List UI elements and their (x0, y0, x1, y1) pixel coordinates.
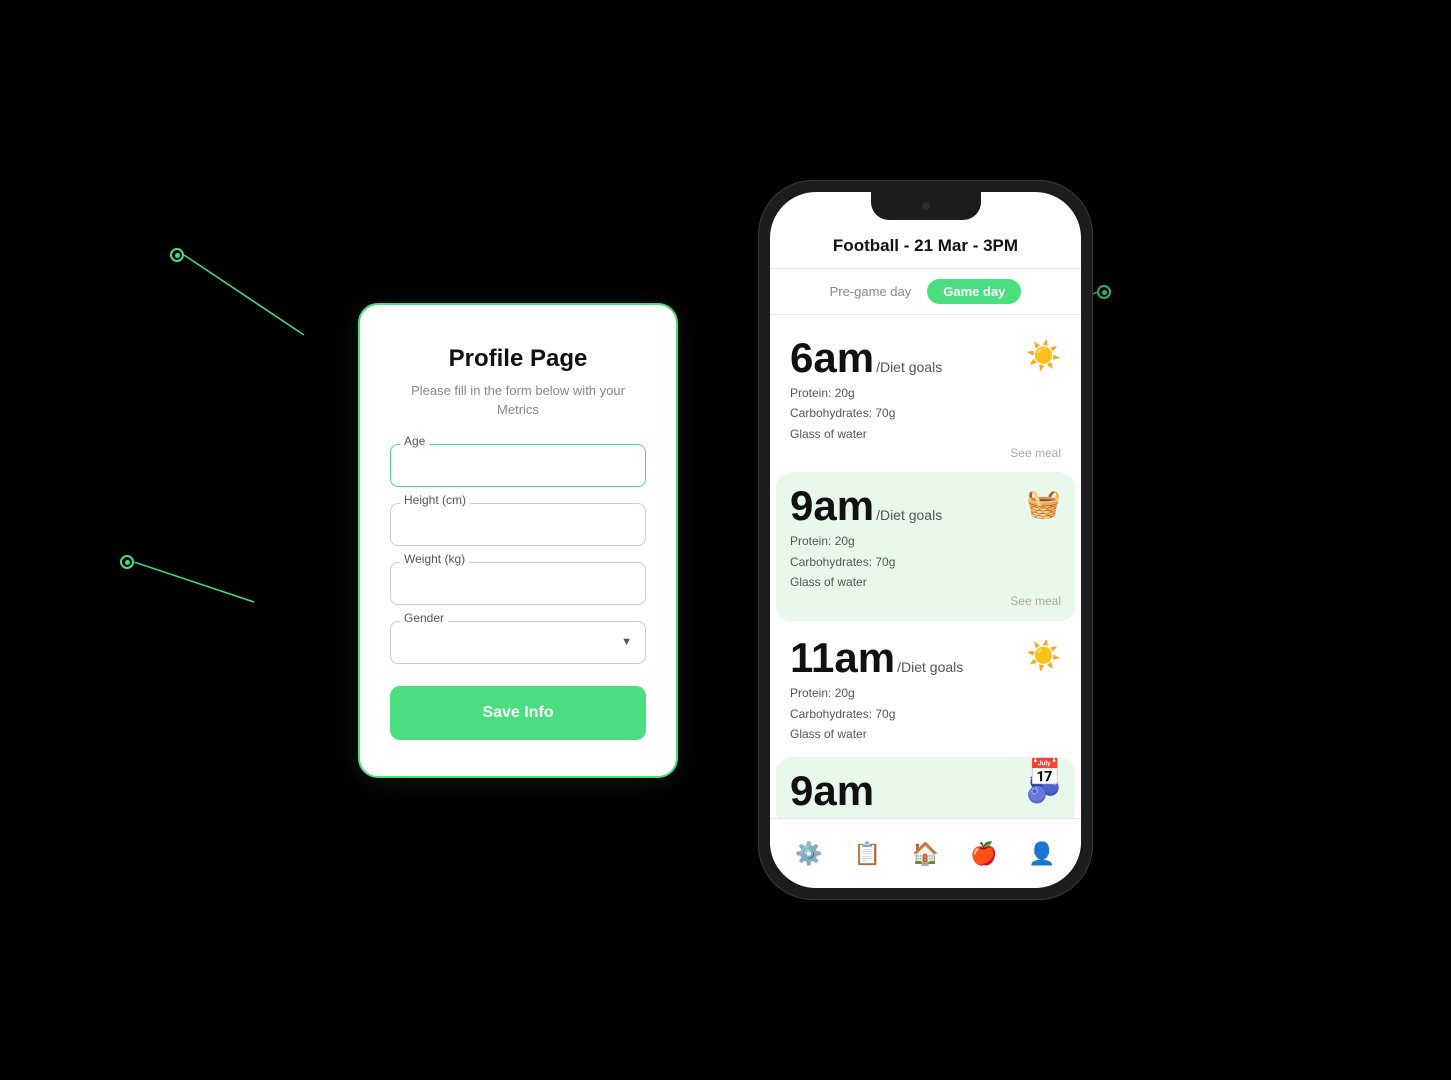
annotation-top-left (170, 248, 184, 262)
meal-9am-partial-header: 9am 🫐 (790, 770, 1061, 812)
height-input[interactable] (390, 503, 646, 546)
meal-9am-header: 9am /Diet goals 🧺 (790, 485, 1061, 527)
profile-title: Profile Page (449, 345, 588, 373)
nav-settings-icon[interactable]: ⚙️ (795, 841, 822, 867)
meal-11am: 11am /Diet goals ☀️ Protein: 20gCarbohyd… (790, 625, 1061, 757)
nav-profile-icon[interactable]: 👤 (1028, 841, 1055, 867)
phone-frame: Football - 21 Mar - 3PM Pre-game day Gam… (758, 180, 1093, 900)
age-field: Age (390, 444, 646, 487)
profile-card: Profile Page Please fill in the form bel… (358, 303, 678, 778)
gender-select[interactable]: Male Female Other (390, 621, 646, 664)
meal-9am-see-meal[interactable]: See meal (790, 594, 1061, 608)
height-label: Height (cm) (400, 493, 470, 507)
height-field: Height (cm) (390, 503, 646, 546)
gender-field: Gender Male Female Other (390, 621, 646, 664)
phone-header: Football - 21 Mar - 3PM (770, 228, 1081, 269)
phone-notch (871, 192, 981, 220)
meal-6am-header: 6am /Diet goals ☀️ (790, 337, 1061, 379)
bottom-nav: ⚙️ 📋 🏠 🍎 👤 (770, 818, 1081, 888)
meal-9am-time: 9am /Diet goals (790, 485, 942, 527)
scene: Profile Page Please fill in the form bel… (0, 0, 1451, 1080)
phone-mockup: Football - 21 Mar - 3PM Pre-game day Gam… (758, 180, 1093, 900)
weight-field: Weight (kg) (390, 562, 646, 605)
meal-9am-partial-hour: 9am (790, 770, 874, 812)
annotation-line-mid-left (134, 562, 294, 642)
tab-game-day[interactable]: Game day (927, 279, 1021, 304)
age-label: Age (400, 434, 429, 448)
annotation-top-right (1097, 285, 1111, 299)
tab-pre-game[interactable]: Pre-game day (830, 284, 912, 299)
weight-input[interactable] (390, 562, 646, 605)
nav-home-icon[interactable]: 🏠 (912, 841, 939, 867)
meal-11am-emoji: ☀️ (1026, 639, 1061, 672)
meal-11am-time: 11am /Diet goals (790, 637, 963, 679)
annotation-line-top-left (184, 255, 384, 375)
annotation-mid-left (120, 555, 134, 569)
annotation-dot-mid-left (120, 555, 134, 569)
meal-9am-label: /Diet goals (876, 507, 942, 523)
meal-9am-emoji: 🧺 (1026, 487, 1061, 520)
meal-6am-hour: 6am (790, 337, 874, 379)
gender-label: Gender (400, 611, 448, 625)
meal-6am-emoji: ☀️ (1026, 339, 1061, 372)
annotation-dot-top-left (170, 248, 184, 262)
phone-content: Football - 21 Mar - 3PM Pre-game day Gam… (770, 192, 1081, 888)
meal-11am-label: /Diet goals (897, 659, 963, 675)
floating-calendar-icon[interactable]: 📅 (1029, 757, 1061, 788)
camera-dot (922, 202, 930, 210)
weight-label: Weight (kg) (400, 552, 469, 566)
meal-6am: 6am /Diet goals ☀️ Protein: 20gCarbohydr… (790, 325, 1061, 473)
meal-9am-details: Protein: 20gCarbohydrates: 70gGlass of w… (790, 531, 1061, 592)
tabs-row: Pre-game day Game day (770, 269, 1081, 315)
meal-9am: 9am /Diet goals 🧺 Protein: 20gCarbohydra… (776, 473, 1075, 621)
meal-9am-hour: 9am (790, 485, 874, 527)
meal-11am-details: Protein: 20gCarbohydrates: 70gGlass of w… (790, 683, 1061, 744)
age-input[interactable] (390, 444, 646, 487)
phone-screen: Football - 21 Mar - 3PM Pre-game day Gam… (770, 192, 1081, 888)
gender-select-wrapper: Male Female Other (390, 621, 646, 664)
meal-11am-hour: 11am (790, 637, 895, 679)
profile-subtitle: Please fill in the form below with your … (390, 381, 646, 420)
meal-6am-details: Protein: 20gCarbohydrates: 70gGlass of w… (790, 383, 1061, 444)
meal-6am-label: /Diet goals (876, 359, 942, 375)
nav-calendar-icon[interactable]: 📋 (854, 841, 881, 867)
save-button[interactable]: Save Info (390, 686, 646, 740)
nav-nutrition-icon[interactable]: 🍎 (970, 841, 997, 867)
meal-6am-see-meal[interactable]: See meal (790, 446, 1061, 460)
meal-11am-header: 11am /Diet goals ☀️ (790, 637, 1061, 679)
meal-6am-time: 6am /Diet goals (790, 337, 942, 379)
annotation-dot-top-right (1097, 285, 1111, 299)
